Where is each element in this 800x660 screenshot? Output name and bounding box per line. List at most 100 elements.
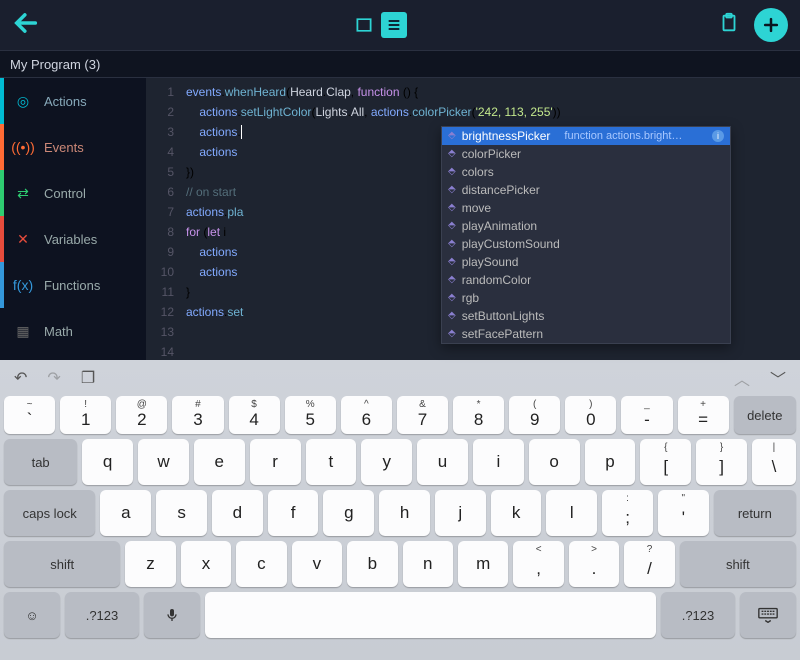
key-l[interactable]: l xyxy=(546,490,597,536)
key-2[interactable]: @2 xyxy=(116,396,167,434)
method-icon: ⬘ xyxy=(448,144,456,164)
key-x[interactable]: x xyxy=(181,541,231,587)
code-editor[interactable]: 1234567891011121314 events.whenHeard(Hea… xyxy=(146,78,800,360)
key-k[interactable]: k xyxy=(491,490,542,536)
key-4[interactable]: $4 xyxy=(229,396,280,434)
key-3[interactable]: #3 xyxy=(172,396,223,434)
undo-icon[interactable]: ↶ xyxy=(14,368,27,388)
autocomplete-item[interactable]: ⬘playAnimation xyxy=(442,217,730,235)
autocomplete-popup[interactable]: ⬘brightnessPickerfunction actions.bright… xyxy=(441,126,731,344)
key-w[interactable]: w xyxy=(138,439,189,485)
key-y[interactable]: y xyxy=(361,439,412,485)
key-t[interactable]: t xyxy=(306,439,357,485)
autocomplete-item[interactable]: ⬘playSound xyxy=(442,253,730,271)
chevron-down-icon[interactable]: ﹀ xyxy=(770,366,786,390)
tab-key[interactable]: tab xyxy=(4,439,77,485)
key-n[interactable]: n xyxy=(403,541,453,587)
key[interactable]: ?/ xyxy=(624,541,674,587)
key[interactable]: "' xyxy=(658,490,709,536)
key-f[interactable]: f xyxy=(268,490,319,536)
hide-keyboard-key[interactable] xyxy=(740,592,796,638)
key-6[interactable]: ^6 xyxy=(341,396,392,434)
autocomplete-item[interactable]: ⬘colorPicker xyxy=(442,145,730,163)
autocomplete-item[interactable]: ⬘playCustomSound xyxy=(442,235,730,253)
control-icon: ⇄ xyxy=(12,182,34,204)
key-5[interactable]: %5 xyxy=(285,396,336,434)
shift-key[interactable]: shift xyxy=(4,541,120,587)
key-`[interactable]: ~` xyxy=(4,396,55,434)
autocomplete-item[interactable]: ⬘rgb xyxy=(442,289,730,307)
key-e[interactable]: e xyxy=(194,439,245,485)
events-icon: ((•)) xyxy=(12,136,34,158)
key-8[interactable]: *8 xyxy=(453,396,504,434)
key-g[interactable]: g xyxy=(323,490,374,536)
key[interactable]: >. xyxy=(569,541,619,587)
key-u[interactable]: u xyxy=(417,439,468,485)
key-9[interactable]: (9 xyxy=(509,396,560,434)
key-c[interactable]: c xyxy=(236,541,286,587)
key-i[interactable]: i xyxy=(473,439,524,485)
sidebar-item-actions[interactable]: ◎Actions xyxy=(0,78,146,124)
redo-icon[interactable]: ↷ xyxy=(47,368,60,388)
key-b[interactable]: b xyxy=(347,541,397,587)
chevron-up-icon[interactable]: ︿ xyxy=(734,366,750,390)
return-key[interactable]: return xyxy=(714,490,796,536)
key-0[interactable]: )0 xyxy=(565,396,616,434)
autocomplete-item[interactable]: ⬘randomColor xyxy=(442,271,730,289)
key[interactable]: :; xyxy=(602,490,653,536)
copy-icon[interactable]: ❐ xyxy=(81,368,95,388)
key[interactable]: }] xyxy=(696,439,747,485)
autocomplete-item[interactable]: ⬘move xyxy=(442,199,730,217)
method-icon: ⬘ xyxy=(448,252,456,272)
autocomplete-item[interactable]: ⬘setFacePattern xyxy=(442,325,730,343)
key-j[interactable]: j xyxy=(435,490,486,536)
autocomplete-item[interactable]: ⬘distancePicker xyxy=(442,181,730,199)
delete-key[interactable]: delete xyxy=(734,396,796,434)
key-h[interactable]: h xyxy=(379,490,430,536)
method-icon: ⬘ xyxy=(448,180,456,200)
key-r[interactable]: r xyxy=(250,439,301,485)
variables-icon: ✕ xyxy=(12,228,34,250)
method-icon: ⬘ xyxy=(448,234,456,254)
keyboard[interactable]: ↶ ↷ ❐ ︿ ﹀ ~`!1@2#3$4%5^6&7*8(9)0_-+=dele… xyxy=(0,360,800,660)
key-a[interactable]: a xyxy=(100,490,151,536)
clipboard-icon[interactable] xyxy=(718,12,740,39)
key-s[interactable]: s xyxy=(156,490,207,536)
method-icon: ⬘ xyxy=(448,126,456,146)
key-o[interactable]: o xyxy=(529,439,580,485)
key[interactable]: {[ xyxy=(640,439,691,485)
add-button[interactable] xyxy=(754,8,788,42)
back-button[interactable] xyxy=(12,9,40,42)
sidebar-item-math[interactable]: ▦Math xyxy=(0,308,146,354)
autocomplete-item[interactable]: ⬘brightnessPickerfunction actions.bright… xyxy=(442,127,730,145)
sidebar-item-control[interactable]: ⇄Control xyxy=(0,170,146,216)
capslock-key[interactable]: caps lock xyxy=(4,490,95,536)
key--[interactable]: _- xyxy=(621,396,672,434)
autocomplete-item[interactable]: ⬘colors xyxy=(442,163,730,181)
sidebar-item-variables[interactable]: ✕Variables xyxy=(0,216,146,262)
method-icon: ⬘ xyxy=(448,288,456,308)
key[interactable]: <, xyxy=(513,541,563,587)
key[interactable]: |\ xyxy=(752,439,796,485)
key-d[interactable]: d xyxy=(212,490,263,536)
sidebar-item-events[interactable]: ((•))Events xyxy=(0,124,146,170)
mic-key[interactable] xyxy=(144,592,200,638)
functions-icon: f(x) xyxy=(12,274,34,296)
key-1[interactable]: !1 xyxy=(60,396,111,434)
space-key[interactable] xyxy=(205,592,656,638)
method-icon: ⬘ xyxy=(448,162,456,182)
symbols-key[interactable]: .?123 xyxy=(65,592,139,638)
key-z[interactable]: z xyxy=(125,541,175,587)
key-v[interactable]: v xyxy=(292,541,342,587)
view-toggle[interactable] xyxy=(351,12,407,38)
shift-key[interactable]: shift xyxy=(680,541,796,587)
emoji-key[interactable]: ☺ xyxy=(4,592,60,638)
sidebar-item-functions[interactable]: f(x)Functions xyxy=(0,262,146,308)
key-7[interactable]: &7 xyxy=(397,396,448,434)
autocomplete-item[interactable]: ⬘setButtonLights xyxy=(442,307,730,325)
key-p[interactable]: p xyxy=(585,439,636,485)
key-m[interactable]: m xyxy=(458,541,508,587)
key-=[interactable]: += xyxy=(678,396,729,434)
symbols-key[interactable]: .?123 xyxy=(661,592,735,638)
key-q[interactable]: q xyxy=(82,439,133,485)
